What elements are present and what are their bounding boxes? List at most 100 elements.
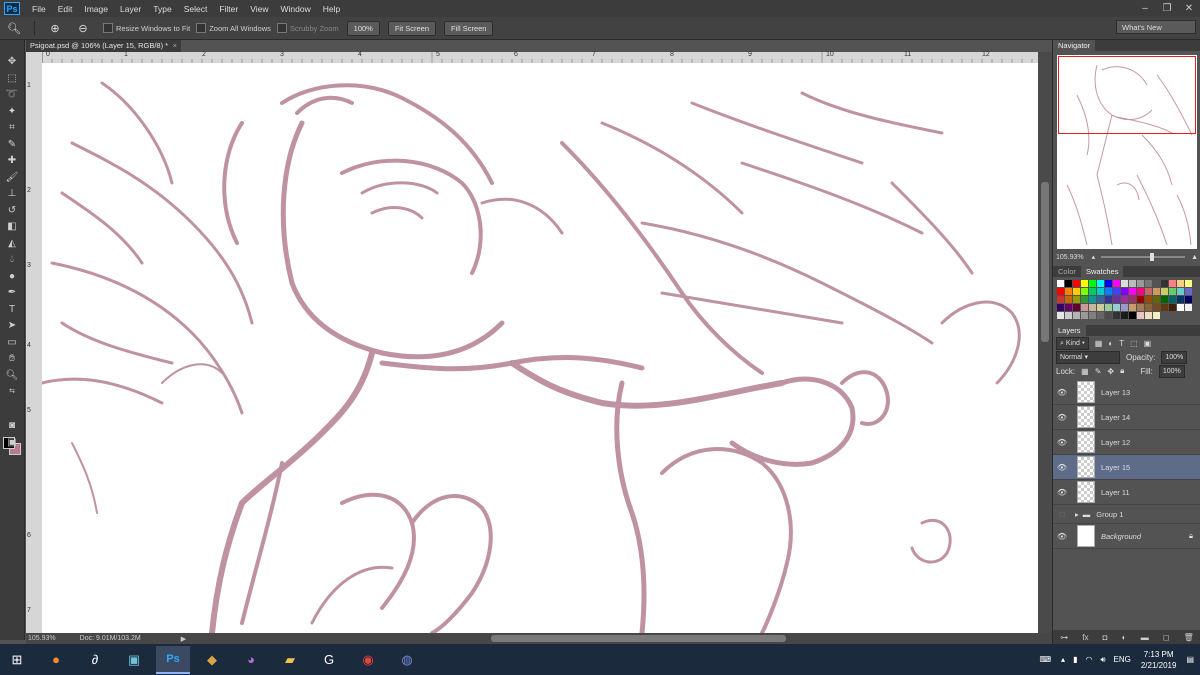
workspace-dropdown[interactable]: What's New (1116, 20, 1196, 34)
swap-colors-icon[interactable]: ⇆ (0, 384, 24, 401)
color-swatch[interactable] (1057, 288, 1064, 295)
new-layer-icon[interactable]: ◻ (1163, 633, 1170, 642)
menu-view[interactable]: View (244, 4, 274, 14)
color-swatch[interactable] (1169, 288, 1176, 295)
volume-icon[interactable]: 🔊︎ (1100, 655, 1105, 665)
color-swatch[interactable] (1129, 280, 1136, 287)
paint-app-icon[interactable]: ◕ (234, 646, 268, 674)
blur-tool-icon[interactable]: 💧︎ (0, 252, 24, 269)
color-swatch[interactable] (1129, 296, 1136, 303)
eye-icon[interactable]: 👁︎ (1053, 413, 1071, 422)
eye-icon[interactable]: 👁︎ (1053, 463, 1071, 472)
windows-start-icon[interactable]: ⊞ (0, 646, 34, 674)
tab-layers[interactable]: Layers (1053, 325, 1086, 336)
magic-wand-icon[interactable]: ✦ (0, 104, 24, 121)
zoom-out-icon[interactable]: ⊖ (69, 22, 97, 35)
layer-row[interactable]: 👁︎ Layer 14 (1053, 405, 1200, 430)
move-tool-icon[interactable]: ✥ (0, 54, 24, 71)
paint-bucket-icon[interactable]: ◭ (0, 236, 24, 253)
marquee-tool-icon[interactable]: ⬚ (0, 71, 24, 88)
zoom-all-checkbox[interactable] (196, 23, 207, 33)
color-swatch[interactable] (1057, 280, 1064, 287)
hidden-eye-box[interactable]: □ (1053, 510, 1071, 519)
color-swatch[interactable] (1081, 280, 1088, 287)
color-swatch[interactable] (1065, 312, 1072, 319)
layer-row[interactable]: 👁︎ Layer 11 (1053, 480, 1200, 505)
tray-arrow-icon[interactable]: ▴ (1061, 655, 1065, 664)
color-swatch[interactable] (1169, 296, 1176, 303)
pen-tool-icon[interactable]: ✒ (0, 285, 24, 302)
color-swatch[interactable] (1097, 280, 1104, 287)
tab-navigator[interactable]: Navigator (1053, 40, 1096, 51)
color-swatch[interactable] (1057, 296, 1064, 303)
clip-studio-icon[interactable]: ∂ (78, 646, 112, 674)
color-swatch[interactable] (1145, 296, 1152, 303)
opacity-input[interactable]: 100% (1161, 350, 1188, 364)
color-swatch[interactable] (1089, 296, 1096, 303)
hand-tool-icon[interactable]: ✋︎ (0, 351, 24, 368)
color-swatch[interactable] (1081, 288, 1088, 295)
vertical-scroll-thumb[interactable] (1041, 182, 1049, 342)
color-swatch[interactable] (1177, 280, 1184, 287)
color-swatch[interactable] (1073, 312, 1080, 319)
layer-kind-filter[interactable]: ⌕ Kind ▾ (1056, 336, 1089, 350)
color-swatch[interactable] (1153, 288, 1160, 295)
eye-icon[interactable]: 👁︎ (1053, 388, 1071, 397)
color-swatch[interactable] (1105, 304, 1112, 311)
color-swatch[interactable] (1097, 288, 1104, 295)
close-document-icon[interactable]: × (173, 40, 177, 52)
navigator-preview[interactable] (1057, 55, 1197, 249)
layer-row[interactable]: 👁︎ Layer 13 (1053, 380, 1200, 405)
game-icon[interactable]: ◆ (195, 646, 229, 674)
color-swatch[interactable] (1097, 312, 1104, 319)
color-swatch[interactable] (1137, 304, 1144, 311)
color-swatch[interactable] (1121, 312, 1128, 319)
trash-icon[interactable]: 🗑︎ (1184, 633, 1194, 642)
adjustment-icon[interactable]: ◐ (1122, 633, 1127, 642)
brush-tool-icon[interactable]: 🖌︎ (0, 170, 24, 187)
color-swatch[interactable] (1153, 304, 1160, 311)
zoom-in-small-icon[interactable]: ▲ (1191, 254, 1198, 261)
scrubby-zoom-checkbox[interactable] (276, 23, 287, 33)
color-swatch[interactable] (1169, 304, 1176, 311)
menu-filter[interactable]: Filter (213, 4, 244, 14)
menu-file[interactable]: File (26, 4, 52, 14)
color-swatch[interactable] (1121, 288, 1128, 295)
menu-help[interactable]: Help (317, 4, 346, 14)
color-swatch[interactable] (1089, 304, 1096, 311)
menu-image[interactable]: Image (78, 4, 114, 14)
color-swatch[interactable] (1177, 288, 1184, 295)
color-swatch[interactable] (1161, 304, 1168, 311)
expand-arrow-icon[interactable]: ▸ (1075, 510, 1079, 519)
zoom-in-icon[interactable]: ⊕ (41, 22, 69, 35)
lock-paint-icon[interactable]: ✎ (1095, 367, 1102, 376)
filter-shape-icon[interactable]: ⬚ (1130, 339, 1138, 348)
color-swatch[interactable] (1185, 280, 1192, 287)
color-swatch[interactable] (1137, 296, 1144, 303)
fill-screen-button[interactable]: Fill Screen (444, 20, 494, 36)
color-swatch[interactable] (1081, 304, 1088, 311)
filter-pixel-icon[interactable]: ▦ (1095, 339, 1103, 348)
eye-icon[interactable]: 👁︎ (1053, 488, 1071, 497)
zoom-icon[interactable]: 🔍︎ (0, 368, 24, 385)
color-swatch[interactable] (1121, 296, 1128, 303)
color-swatch[interactable] (1081, 296, 1088, 303)
color-swatch[interactable] (1145, 288, 1152, 295)
color-swatch[interactable] (1145, 280, 1152, 287)
lasso-tool-icon[interactable]: ➰ (0, 87, 24, 104)
color-swatch[interactable] (1065, 296, 1072, 303)
lock-position-icon[interactable]: ✥ (1107, 367, 1114, 376)
color-swatch[interactable] (1121, 280, 1128, 287)
link-icon[interactable]: ⊶ (1060, 633, 1068, 642)
navigator-zoom-value[interactable]: 105.93% (1056, 254, 1084, 261)
layer-row[interactable]: 👁︎ Layer 12 (1053, 430, 1200, 455)
color-swatch[interactable] (1161, 296, 1168, 303)
lock-all-icon[interactable]: 🔒︎ (1120, 366, 1124, 376)
tab-color[interactable]: Color (1053, 266, 1081, 277)
color-swatch[interactable] (1065, 280, 1072, 287)
color-swatch[interactable] (1129, 288, 1136, 295)
color-swatch[interactable] (1105, 280, 1112, 287)
history-brush-icon[interactable]: ↺ (0, 203, 24, 220)
menu-edit[interactable]: Edit (52, 4, 79, 14)
color-swatch[interactable] (1089, 280, 1096, 287)
